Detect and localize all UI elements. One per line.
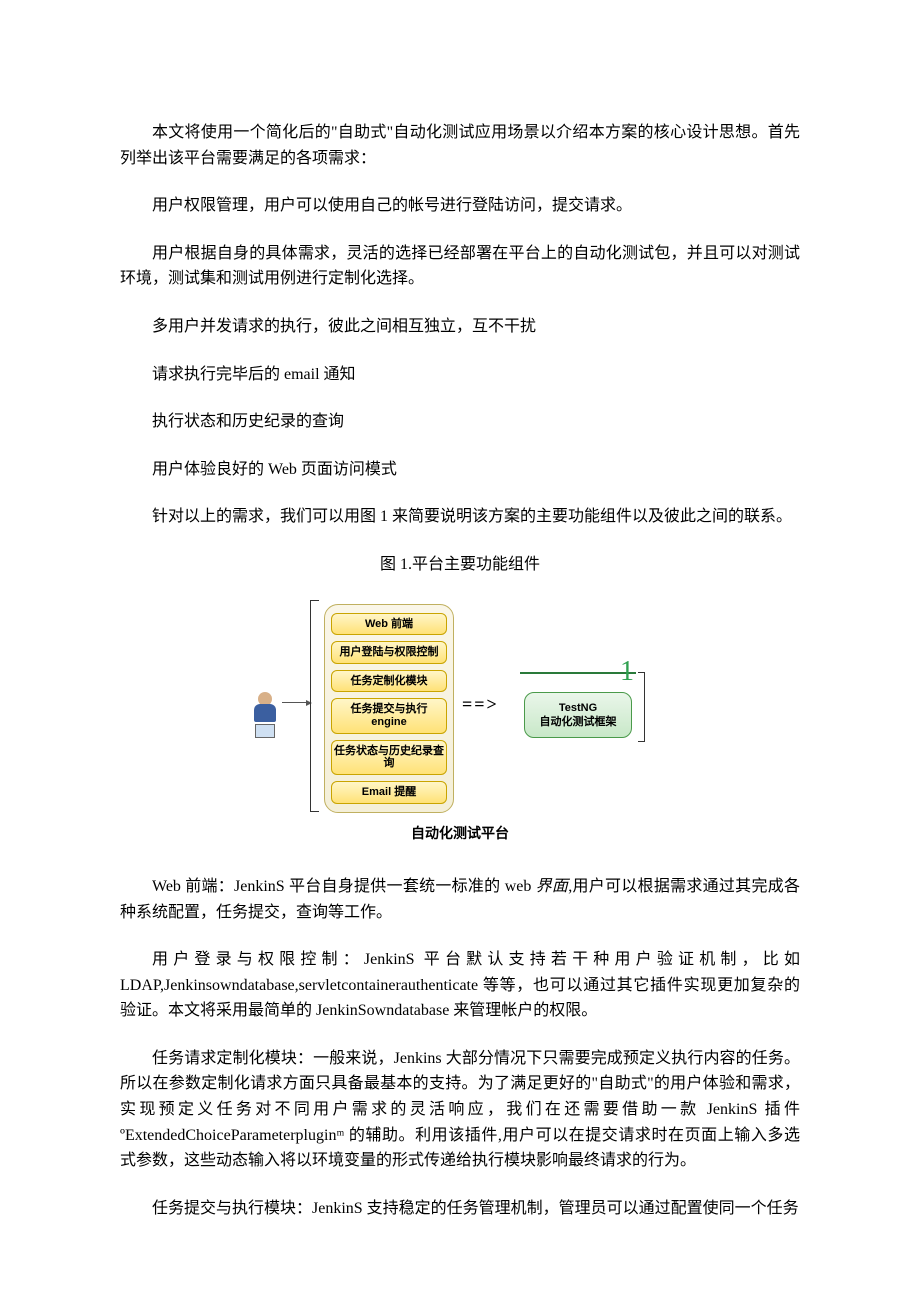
module-customize: 任务定制化模块: [331, 670, 447, 693]
module-submit-engine: 任务提交与执行 engine: [331, 698, 447, 733]
right-number-label: 1: [620, 650, 634, 695]
right-top-line-icon: [520, 672, 636, 674]
requirement-6: 用户体验良好的 Web 页面访问模式: [120, 457, 800, 483]
requirement-3: 多用户并发请求的执行，彼此之间相互独立，互不干扰: [120, 314, 800, 340]
document-page: { "paragraphs": { "intro": "本文将使用一个简化后的\…: [0, 0, 920, 1303]
testng-box: TestNG 自动化测试框架: [524, 692, 632, 739]
diagram-bottom-caption: 自动化测试平台: [280, 822, 640, 844]
module-email: Email 提醒: [331, 781, 447, 804]
requirement-1: 用户权限管理，用户可以使用自己的帐号进行登陆访问，提交请求。: [120, 193, 800, 219]
arrow-to-testng-icon: ==>: [462, 690, 499, 719]
module-auth: 用户登陆与权限控制: [331, 641, 447, 664]
requirement-4: 请求执行完毕后的 email 通知: [120, 362, 800, 388]
figure-caption: 图 1.平台主要功能组件: [120, 552, 800, 578]
lead-to-figure: 针对以上的需求，我们可以用图 1 来简要说明该方案的主要功能组件以及彼此之间的联…: [120, 504, 800, 530]
desc-web-front-ital: 界面: [536, 878, 569, 895]
testng-title: TestNG: [529, 701, 627, 715]
requirement-5: 执行状态和历史纪录的查询: [120, 409, 800, 435]
desc-customize: 任务请求定制化模块：一般来说，Jenkins 大部分情况下只需要完成预定义执行内…: [120, 1046, 800, 1174]
desc-submit: 任务提交与执行模块：JenkinS 支持稳定的任务管理机制，管理员可以通过配置使…: [120, 1196, 800, 1222]
arrow-user-to-platform-icon: [282, 702, 308, 703]
testng-subtitle: 自动化测试框架: [529, 715, 627, 729]
platform-module-stack: Web 前端 用户登陆与权限控制 任务定制化模块 任务提交与执行 engine …: [324, 604, 454, 813]
intro-paragraph: 本文将使用一个简化后的"自助式"自动化测试应用场景以介绍本方案的核心设计思想。首…: [120, 120, 800, 171]
requirement-2: 用户根据自身的具体需求，灵活的选择已经部署在平台上的自动化测试包，并且可以对测试…: [120, 241, 800, 292]
figure-1-diagram: Web 前端 用户登陆与权限控制 任务定制化模块 任务提交与执行 engine …: [280, 600, 640, 844]
right-bracket-icon: [638, 672, 645, 742]
desc-web-front-pre: Web 前端：JenkinS 平台自身提供一套统一标准的 web: [152, 878, 536, 895]
desc-auth: 用户登录与权限控制：JenkinS 平台默认支持若干种用户验证机制，比如LDAP…: [120, 947, 800, 1024]
user-icon: [250, 692, 280, 738]
left-bracket-icon: [310, 600, 319, 812]
desc-web-front: Web 前端：JenkinS 平台自身提供一套统一标准的 web 界面,用户可以…: [120, 874, 800, 925]
module-status-history: 任务状态与历史纪录查询: [331, 740, 447, 775]
module-web-front: Web 前端: [331, 613, 447, 636]
